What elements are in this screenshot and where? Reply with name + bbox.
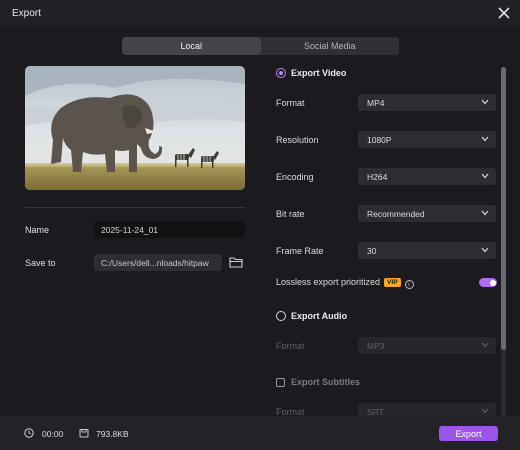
chevron-down-icon <box>481 210 489 216</box>
chevron-down-icon <box>481 99 489 105</box>
tab-local[interactable]: Local <box>122 37 261 55</box>
export-audio-label: Export Audio <box>291 311 348 321</box>
export-video-option[interactable]: Export Video <box>276 68 346 78</box>
file-size-text: 793.8KB <box>96 429 129 439</box>
encoding-select[interactable]: H264 <box>358 168 496 185</box>
audio-format-value: MP3 <box>367 340 385 351</box>
lossless-row: Lossless export prioritized VIP i <box>276 277 414 289</box>
chevron-down-icon <box>481 408 489 414</box>
resolution-select[interactable]: 1080P <box>358 131 496 148</box>
name-input[interactable]: 2025-11-24_01 <box>94 221 245 238</box>
name-label: Name <box>25 225 50 235</box>
checkbox-icon[interactable] <box>276 377 285 387</box>
close-icon[interactable] <box>496 5 512 21</box>
framerate-select[interactable]: 30 <box>358 242 496 259</box>
bitrate-value: Recommended <box>367 208 425 219</box>
lossless-label: Lossless export prioritized <box>276 277 381 287</box>
lossless-toggle[interactable] <box>479 278 497 287</box>
divider <box>25 207 245 208</box>
format-label: Format <box>276 98 305 108</box>
folder-icon[interactable] <box>229 256 243 268</box>
chevron-down-icon <box>481 136 489 142</box>
vip-badge: VIP <box>384 278 401 287</box>
export-button[interactable]: Export <box>439 426 498 441</box>
save-to-label: Save to <box>25 258 56 268</box>
clock-icon <box>24 428 34 438</box>
format-value: MP4 <box>367 97 385 108</box>
radio-unselected-icon[interactable] <box>276 311 286 321</box>
disk-icon <box>79 429 89 438</box>
export-audio-option[interactable]: Export Audio <box>276 311 347 321</box>
tab-social-media[interactable]: Social Media <box>261 37 400 55</box>
encoding-label: Encoding <box>276 172 314 182</box>
audio-format-label: Format <box>276 341 305 351</box>
duration-text: 00:00 <box>42 429 64 439</box>
export-subtitles-label: Export Subtitles <box>291 377 361 387</box>
chevron-down-icon <box>481 342 489 348</box>
video-preview-thumbnail <box>25 66 245 190</box>
chevron-down-icon <box>481 247 489 253</box>
bitrate-select[interactable]: Recommended <box>358 205 496 222</box>
export-video-label: Export Video <box>291 68 347 78</box>
resolution-label: Resolution <box>276 135 319 145</box>
radio-selected-icon[interactable] <box>276 68 286 78</box>
chevron-down-icon <box>481 173 489 179</box>
framerate-label: Frame Rate <box>276 246 324 256</box>
save-path-field[interactable]: C:/Users/dell...nloads/hitpaw <box>94 254 222 271</box>
audio-format-select[interactable]: MP3 <box>358 337 496 354</box>
title-bar: Export <box>0 0 520 27</box>
bitrate-label: Bit rate <box>276 209 305 219</box>
export-tabs: Local Social Media <box>122 37 399 55</box>
subtitle-format-value: SRT <box>367 406 384 417</box>
scrollbar-thumb[interactable] <box>501 67 506 350</box>
export-subtitles-option[interactable]: Export Subtitles <box>276 377 360 387</box>
format-select[interactable]: MP4 <box>358 94 496 111</box>
resolution-value: 1080P <box>367 134 392 145</box>
framerate-value: 30 <box>367 245 377 256</box>
encoding-value: H264 <box>367 171 388 182</box>
info-icon[interactable]: i <box>404 280 414 289</box>
window-title: Export <box>12 8 41 19</box>
